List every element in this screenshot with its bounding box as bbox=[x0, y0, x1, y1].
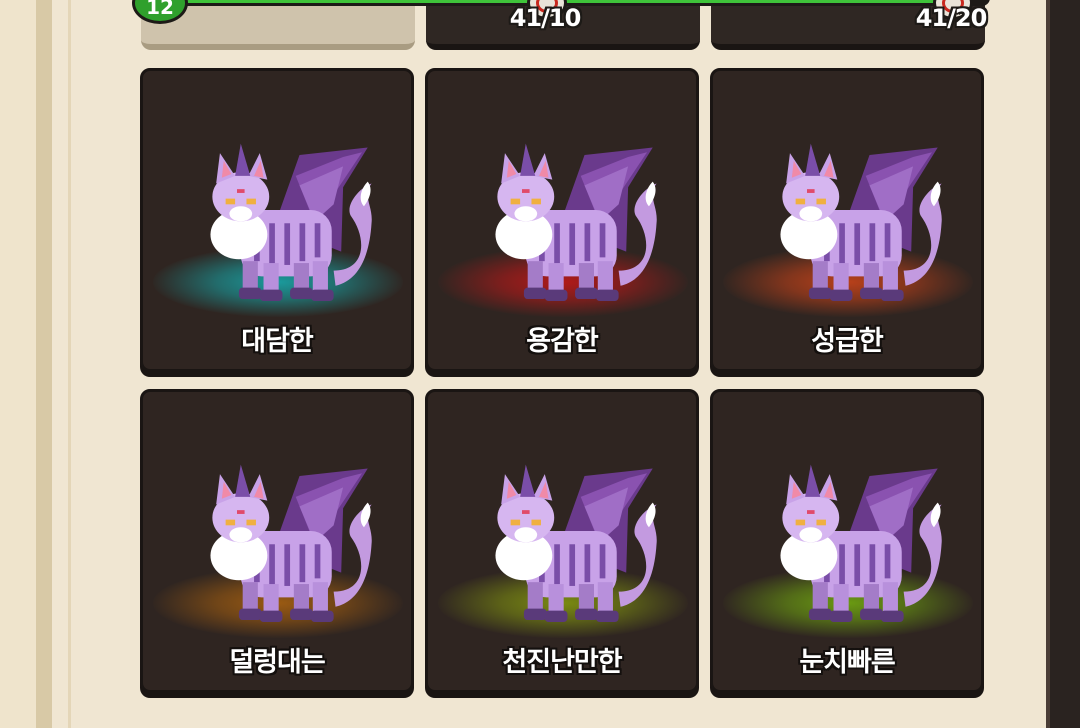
milestone-reward-2[interactable]: 41/20 bbox=[906, 0, 996, 40]
purple-winged-cat-icon bbox=[780, 464, 942, 622]
pet-card-5[interactable]: 천진난만한 bbox=[425, 389, 699, 693]
purple-winged-cat-icon bbox=[210, 464, 372, 622]
pet-trait-name: 덜렁대는 bbox=[229, 647, 325, 678]
pet-card-3[interactable]: 성급한 bbox=[710, 68, 984, 372]
left-panel-frame bbox=[0, 0, 52, 728]
purple-winged-cat-icon bbox=[495, 143, 657, 301]
milestone-label: 41/10 bbox=[509, 4, 582, 32]
purple-winged-cat-icon bbox=[210, 143, 372, 301]
pet-card-4[interactable]: 덜렁대는 bbox=[140, 389, 414, 693]
milestone-reward-1[interactable]: 41/10 bbox=[500, 0, 590, 40]
milestone-label: 41/20 bbox=[915, 4, 988, 32]
pet-trait-name: 용감한 bbox=[526, 326, 599, 357]
pet-card-1[interactable]: 대담한 bbox=[140, 68, 414, 372]
pet-trait-name: 천진난만한 bbox=[502, 647, 622, 678]
pet-trait-name: 성급한 bbox=[811, 326, 884, 357]
pet-card-6[interactable]: 눈치빠른 bbox=[710, 389, 984, 693]
right-panel-edge bbox=[1046, 0, 1080, 728]
purple-winged-cat-icon bbox=[780, 143, 942, 301]
left-panel-border bbox=[68, 0, 71, 728]
purple-winged-cat-icon bbox=[495, 464, 657, 622]
pet-trait-name: 대담한 bbox=[241, 326, 314, 357]
pet-trait-name: 눈치빠른 bbox=[799, 647, 895, 678]
pet-card-2[interactable]: 용감한 bbox=[425, 68, 699, 372]
level-number: 12 bbox=[146, 0, 174, 19]
